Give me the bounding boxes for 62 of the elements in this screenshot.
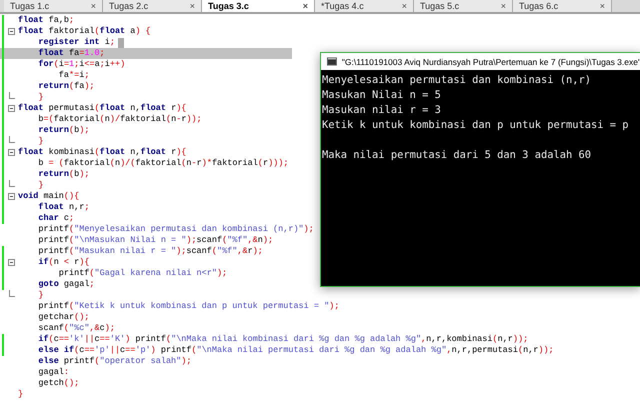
console-result-line: Maka nilai permutasi dari 5 dan 3 adalah 60 [322, 148, 592, 163]
code-line: printf("Ketik k untuk kombinasi dan p untuk permutasi = "); [37, 301, 340, 312]
code-line: float kombinasi(float n,float r){ [18, 147, 186, 158]
code-line: float n,r; [37, 202, 90, 213]
fold-icon[interactable] [8, 105, 14, 112]
close-icon[interactable]: × [190, 1, 195, 11]
code-line: else if(c=='p'||c=='p') printf("\nMaka nilai permutasi dari %g dan %g adalah %g",n,r,permutasi(n,r)); [37, 345, 554, 356]
close-icon[interactable]: × [600, 1, 605, 11]
file-tab[interactable]: *Tugas 4.c × [315, 0, 414, 12]
code-line: scanf("%c",&c); [37, 323, 115, 334]
code-line: b=(faktorial(n)/faktorial(n-r)); [37, 114, 202, 125]
close-icon[interactable]: × [90, 1, 96, 11]
code-line: else printf("operator salah"); [37, 356, 192, 367]
console-icon [327, 57, 337, 66]
fold-end-icon [9, 136, 15, 143]
code-line: if(c=='k'||c=='K') printf("\nMaka nilai kombinasi dari %g dan %g adalah %g",n,r,kombinasi(n,r)); [37, 334, 528, 345]
code-line: } [18, 389, 24, 400]
code-line: } [37, 92, 44, 103]
console-output-line: Masukan Nilai n = 5 [322, 88, 442, 103]
code-line: } [37, 290, 44, 301]
file-tab[interactable]: Tugas 6.c × [513, 0, 612, 12]
code-line: void main(){ [18, 191, 80, 202]
code-line: return(fa); [37, 81, 95, 92]
code-line: if(n < r){ [37, 257, 90, 268]
code-line: printf("Menyelesaikan permutasi dan kombinasi (n,r)"); [37, 224, 314, 235]
close-icon[interactable]: × [500, 1, 506, 11]
fold-end-icon [9, 290, 15, 297]
close-icon[interactable]: × [402, 1, 407, 11]
file-tab[interactable]: Tugas 2.c × [103, 0, 202, 12]
console-output-line: Ketik k untuk kombinasi dan p untuk permutasi = p [322, 118, 630, 133]
close-icon[interactable]: × [302, 1, 308, 11]
code-line: printf("Gagal karena nilai n<r"); [58, 268, 228, 279]
code-line: getchar(); [37, 312, 90, 323]
fold-end-icon [9, 180, 15, 187]
file-tab[interactable]: Tugas 3.c × [202, 0, 315, 12]
code-line: float fa,b; [18, 15, 74, 26]
fold-end-icon [9, 92, 15, 99]
fold-icon[interactable] [8, 149, 14, 156]
code-line: for(i=1;i<=a;i++) [37, 59, 126, 70]
code-line: gagal: [37, 367, 70, 378]
console-output-line: Menyelesaikan permutasi dan kombinasi (n,r) [322, 73, 592, 88]
code-line: return(b); [37, 169, 90, 180]
code-line: float faktorial(float a) { [18, 26, 151, 37]
file-tab[interactable]: Tugas 1.c × [4, 0, 103, 12]
code-line: } [37, 136, 44, 147]
code-line: } [38, 180, 44, 191]
code-line: goto gagal; [37, 279, 95, 290]
code-line: b = (faktorial(n)/(faktorial(n-r)*faktorial(r))); [37, 158, 288, 169]
code-line: register int i; [37, 37, 115, 48]
file-tab[interactable]: Tugas 5.c × [414, 0, 513, 12]
code-line: char c; [37, 213, 74, 224]
code-line: return(b); [37, 125, 90, 136]
code-line: fa*=i; [58, 70, 90, 81]
fold-icon[interactable] [8, 193, 14, 200]
code-line: printf("Masukan nilai r = ");scanf("%f",&r); [37, 246, 263, 257]
fold-icon[interactable] [8, 259, 14, 266]
console-output-line: Masukan nilai r = 3 [322, 103, 442, 118]
code-line: float permutasi(float n,float r){ [18, 103, 186, 114]
code-line: float fa=1.0; [37, 48, 105, 59]
fold-icon[interactable] [8, 28, 14, 35]
code-line: printf("\nMasukan Nilai n = ");scanf("%f",&n); [37, 235, 274, 246]
code-line: getch(); [37, 378, 80, 389]
